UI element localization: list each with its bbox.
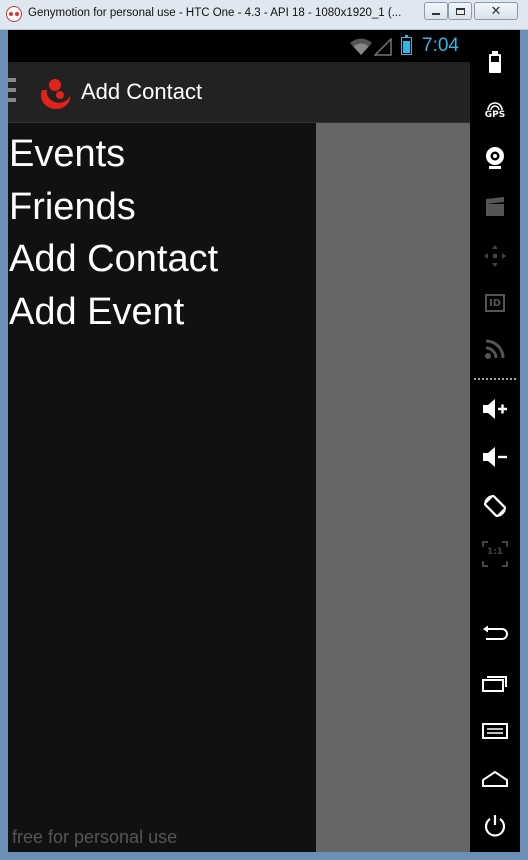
status-bar: 7:04 xyxy=(8,30,470,62)
navigation-drawer: Events Friends Add Contact Add Event fre… xyxy=(8,123,316,852)
window-titlebar: Genymotion for personal use - HTC One - … xyxy=(0,0,528,30)
personal-use-watermark: free for personal use xyxy=(12,827,178,847)
device-screen[interactable]: 7:04 Add Contact Events Friends Add Cont… xyxy=(8,30,470,852)
menu-icon xyxy=(482,723,508,739)
content-area[interactable] xyxy=(316,123,470,852)
cast-icon xyxy=(485,339,505,359)
battery-button[interactable] xyxy=(470,42,520,82)
home-button[interactable] xyxy=(470,759,520,799)
volume-down-icon xyxy=(483,447,507,467)
battery-icon xyxy=(489,51,501,73)
minimize-icon xyxy=(432,13,440,15)
close-button[interactable]: ✕ xyxy=(474,2,518,20)
remote-control-button[interactable] xyxy=(470,236,520,276)
home-icon xyxy=(482,771,508,787)
volume-down-button[interactable] xyxy=(470,437,520,477)
gps-label: GPS xyxy=(484,109,506,120)
cast-button[interactable] xyxy=(470,329,520,369)
back-button[interactable] xyxy=(470,614,520,654)
status-clock: 7:04 xyxy=(422,35,459,56)
window-frame-left xyxy=(0,30,8,860)
move-icon xyxy=(484,245,506,267)
recent-apps-button[interactable] xyxy=(470,663,520,703)
menu-button[interactable] xyxy=(470,711,520,751)
maximize-icon xyxy=(455,7,465,15)
wifi-icon xyxy=(350,38,372,55)
rotate-button[interactable] xyxy=(470,486,520,526)
id-label: ID xyxy=(488,297,502,309)
toolbar-separator xyxy=(474,378,516,380)
drawer-list: Events Friends Add Contact Add Event xyxy=(9,128,218,338)
pixel-perfect-button[interactable]: 1:1 xyxy=(470,534,520,574)
minimize-button[interactable] xyxy=(424,2,448,20)
device-id-button[interactable]: ID xyxy=(470,283,520,323)
volume-up-icon xyxy=(483,399,507,419)
drawer-item-add-contact[interactable]: Add Contact xyxy=(9,233,218,286)
close-icon: ✕ xyxy=(490,3,502,19)
back-icon xyxy=(483,625,508,640)
rotate-icon xyxy=(483,494,507,518)
drawer-indicator-icon[interactable] xyxy=(8,78,16,106)
genymotion-toolbar: GPS ID 1:1 xyxy=(470,30,520,852)
genymotion-app-icon xyxy=(6,6,22,22)
pixel-perfect-icon: 1:1 xyxy=(482,541,508,567)
pixel-perfect-label: 1:1 xyxy=(486,547,504,557)
webcam-button[interactable] xyxy=(470,138,520,178)
window-frame-bottom xyxy=(0,852,528,860)
volume-up-button[interactable] xyxy=(470,389,520,429)
battery-status-icon xyxy=(401,35,412,55)
screencast-button[interactable] xyxy=(470,187,520,227)
gps-icon: GPS xyxy=(485,101,505,120)
signal-icon xyxy=(374,38,392,56)
drawer-item-friends[interactable]: Friends xyxy=(9,181,218,234)
action-bar-title: Add Contact xyxy=(81,79,203,104)
window-title: Genymotion for personal use - HTC One - … xyxy=(28,7,402,19)
drawer-item-add-event[interactable]: Add Event xyxy=(9,286,218,339)
camera-clap-icon xyxy=(486,197,504,216)
gps-button[interactable]: GPS xyxy=(470,90,520,130)
webcam-icon xyxy=(486,147,504,169)
power-button[interactable] xyxy=(470,806,520,846)
action-bar: Add Contact xyxy=(8,62,470,123)
power-icon xyxy=(484,815,506,837)
recent-apps-icon xyxy=(482,676,507,692)
app-logo[interactable] xyxy=(38,76,72,110)
window-frame-right xyxy=(520,30,528,860)
id-icon: ID xyxy=(485,294,505,312)
drawer-item-events[interactable]: Events xyxy=(9,128,218,181)
maximize-button[interactable] xyxy=(448,2,472,20)
